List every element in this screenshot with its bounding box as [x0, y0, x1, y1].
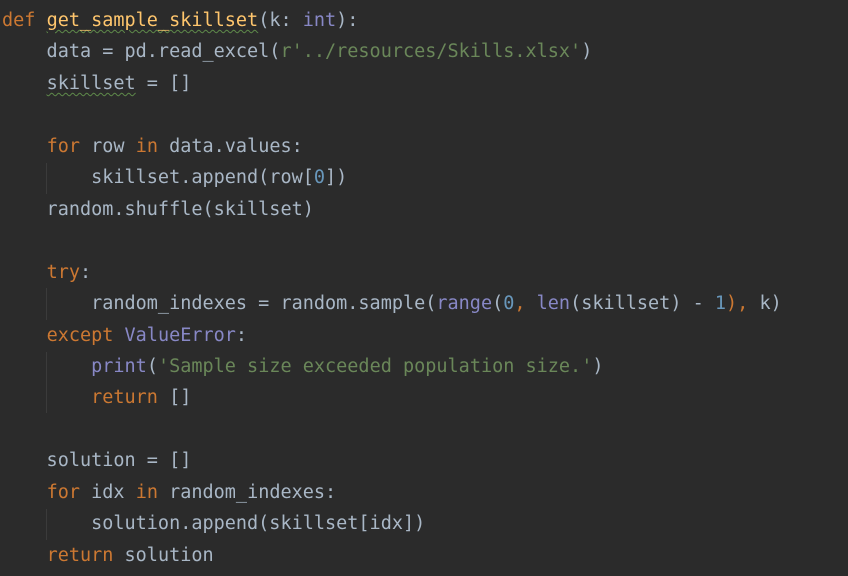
code-token: 1	[714, 293, 727, 315]
code-token: )	[581, 41, 593, 63]
code-token: solution.append(skillset[idx])	[2, 513, 426, 535]
code-token: r'../resources/Skills.xlsx'	[280, 41, 582, 63]
code-token: return	[91, 387, 170, 409]
code-token: solution = []	[2, 450, 192, 472]
code-line[interactable]: for idx in random_indexes:	[2, 477, 337, 509]
code-token: random_indexes:	[169, 481, 337, 503]
code-token: ValueError	[124, 324, 236, 346]
code-token: data.values:	[169, 135, 303, 157]
code-line[interactable]: skillset = []	[2, 68, 192, 100]
code-token: []	[169, 387, 192, 409]
code-token: for	[46, 135, 92, 157]
code-token: return	[46, 544, 125, 566]
code-token: (	[492, 293, 504, 315]
code-token: def	[2, 10, 47, 31]
code-token: :	[235, 324, 248, 346]
code-token: print	[91, 355, 147, 377]
code-line[interactable]: solution = []	[2, 445, 192, 477]
code-token: int	[302, 10, 337, 31]
code-token: random_indexes = random.sample(	[2, 293, 437, 315]
code-line[interactable]: try:	[2, 257, 92, 289]
code-token: )	[592, 355, 604, 377]
code-token: skillset.append(row[	[2, 167, 314, 189]
code-token: try	[46, 261, 80, 283]
code-token: idx	[91, 481, 136, 503]
code-line[interactable]: for row in data.values:	[2, 131, 303, 163]
code-token: ])	[325, 167, 348, 189]
code-token: get_sample_skillset	[46, 10, 259, 31]
code-token: 0	[503, 293, 515, 315]
code-token: except	[46, 324, 125, 346]
code-token: (k:	[258, 10, 303, 31]
code-token: k)	[759, 293, 782, 315]
code-token: 'Sample size exceeded population size.'	[157, 355, 593, 377]
code-token: ),	[726, 293, 760, 315]
code-token: solution	[124, 544, 214, 566]
code-token: ,	[514, 293, 537, 315]
code-token: for	[46, 481, 92, 503]
code-line[interactable]: skillset.append(row[0])	[2, 162, 347, 194]
code-token: skillset	[46, 72, 136, 94]
code-token: ):	[336, 10, 359, 31]
code-token: in	[135, 135, 170, 157]
code-line[interactable]: print('Sample size exceeded population s…	[2, 351, 603, 383]
code-line[interactable]: def get_sample_skillset(k: int):	[2, 5, 358, 37]
code-editor[interactable]: def get_sample_skillset(k: int): data = …	[0, 0, 848, 576]
code-token: data = pd.read_excel(	[2, 41, 281, 63]
code-line[interactable]: random.shuffle(skillset)	[2, 194, 314, 226]
code-token: len	[536, 293, 571, 315]
code-token: (skillset) -	[570, 293, 715, 315]
code-token: 0	[313, 167, 326, 189]
code-line[interactable]: return []	[2, 382, 191, 414]
code-token: row	[91, 135, 136, 157]
code-token: in	[135, 481, 170, 503]
code-token: (	[146, 355, 158, 377]
code-line[interactable]: data = pd.read_excel(r'../resources/Skil…	[2, 36, 593, 68]
code-line[interactable]: return solution	[2, 540, 214, 572]
code-token: :	[79, 261, 92, 283]
code-line[interactable]: solution.append(skillset[idx])	[2, 508, 425, 540]
code-token: = []	[135, 72, 192, 94]
code-token: random.shuffle(skillset)	[2, 198, 314, 220]
code-line[interactable]: except ValueError:	[2, 320, 248, 352]
code-line[interactable]: random_indexes = random.sample(range(0, …	[2, 288, 782, 320]
code-token: range	[436, 293, 493, 315]
